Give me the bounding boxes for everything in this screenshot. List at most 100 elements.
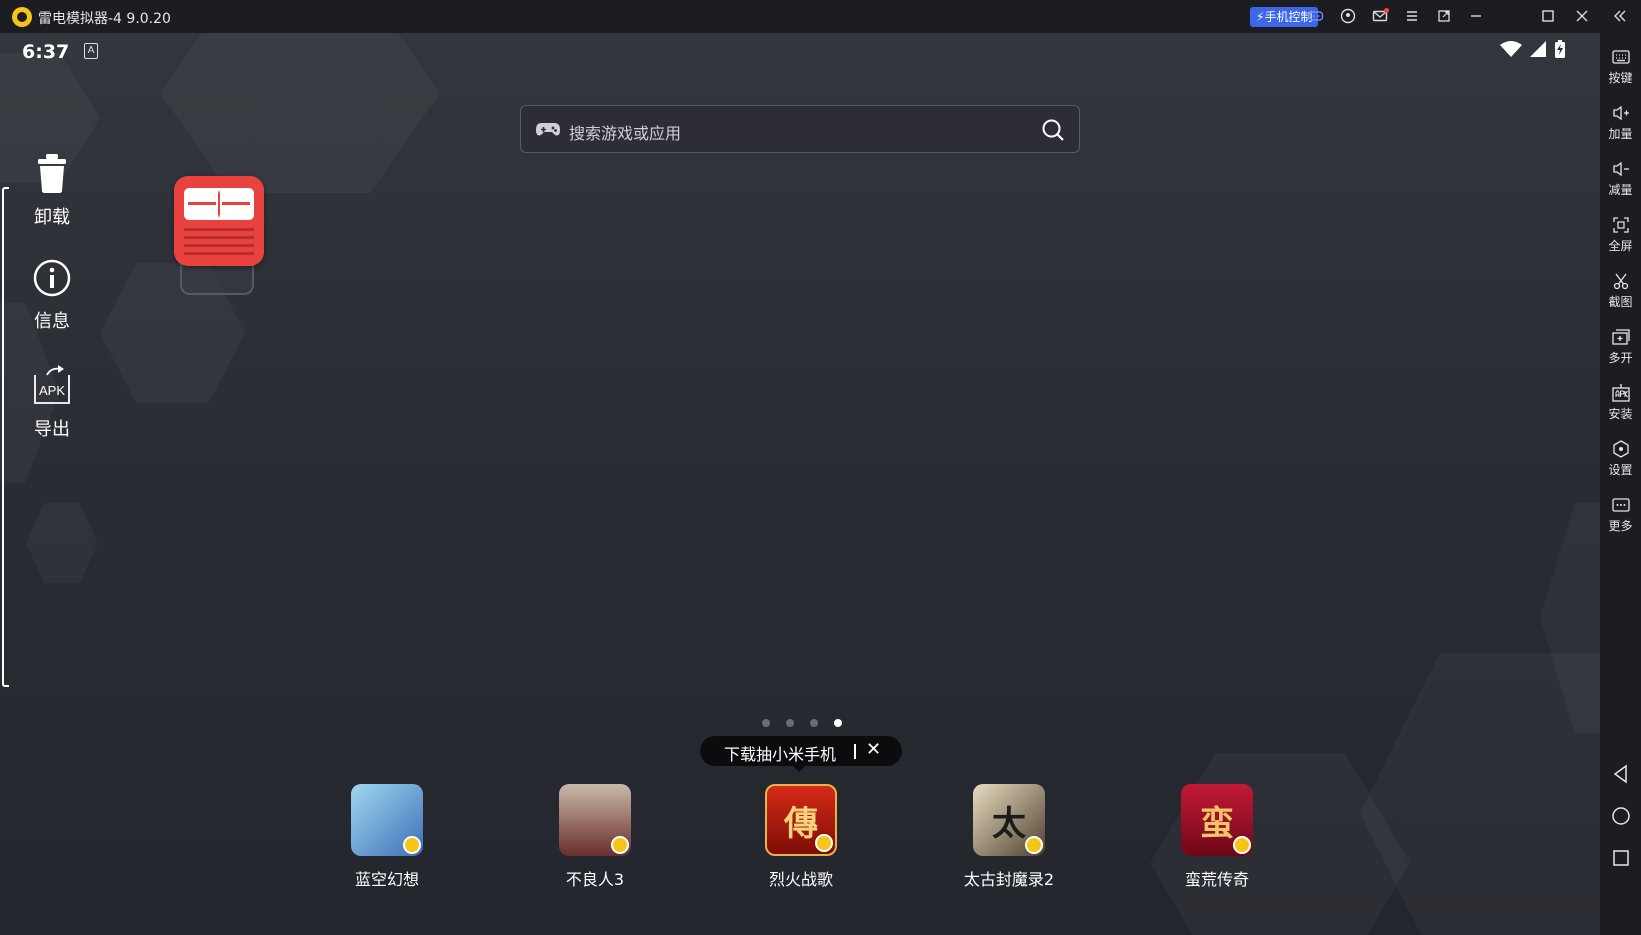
signal-icon: [1530, 41, 1546, 57]
user-icon[interactable]: [1338, 6, 1358, 26]
app-icon: 傳: [765, 784, 837, 856]
page-dot[interactable]: [786, 719, 794, 727]
volume-down-label: 减量: [1608, 183, 1633, 197]
app-label: 太古封魔录2: [963, 870, 1055, 889]
android-screen[interactable]: 6:37 A 搜索游戏或应用 卸载 信息 APK 导出 下载抽小米手机 ✕ 蓝空…: [0, 33, 1600, 935]
leidian-badge-icon: [1233, 836, 1251, 854]
more-label: 更多: [1608, 519, 1633, 533]
apk-install-icon: [1611, 384, 1630, 402]
export-label: 导出: [34, 419, 70, 440]
multi-instance-button[interactable]: 多开: [1600, 327, 1641, 366]
volume-up-icon: [1612, 105, 1629, 121]
dock-app-4[interactable]: 太 太古封魔录2: [954, 784, 1064, 890]
app-glyph-icon: [184, 188, 254, 255]
multi-instance-label: 多开: [1608, 351, 1633, 365]
fullscreen-label: 全屏: [1608, 239, 1633, 253]
dock-app-5[interactable]: 蛮 蛮荒传奇: [1162, 784, 1272, 890]
dock-app-1[interactable]: 蓝空幻想: [332, 784, 442, 890]
screenshot-label: 截图: [1608, 295, 1633, 309]
battery-charging-icon: [1555, 40, 1565, 58]
volume-up-label: 加量: [1608, 127, 1633, 141]
apk-export-icon: APK: [34, 365, 70, 404]
install-label: 安装: [1608, 407, 1633, 421]
title-bar: 雷电模拟器-4 9.0.20 ⚡手机控制: [0, 0, 1641, 33]
screenshot-button[interactable]: 截图: [1600, 271, 1641, 310]
dock-app-3[interactable]: 傳 烈火战歌: [746, 784, 856, 890]
settings-label: 设置: [1608, 463, 1633, 477]
fullscreen-button[interactable]: 全屏: [1600, 215, 1641, 254]
page-dot[interactable]: [762, 719, 770, 727]
search-bar[interactable]: 搜索游戏或应用: [520, 105, 1080, 153]
bg-hexagon: [26, 503, 98, 583]
info-icon: [33, 259, 71, 297]
promo-text[interactable]: 下载抽小米手机: [724, 741, 836, 765]
more-button[interactable]: 更多: [1600, 495, 1641, 534]
keymap-button[interactable]: 按键: [1600, 47, 1641, 86]
page-dot[interactable]: [810, 719, 818, 727]
app-icon: [559, 784, 631, 856]
dock-app-2[interactable]: 不良人3: [540, 784, 650, 890]
app-icon: 太: [973, 784, 1045, 856]
app-icon: [351, 784, 423, 856]
app-label: 蓝空幻想: [354, 870, 419, 889]
trash-icon: [38, 154, 66, 193]
uninstall-drop-target[interactable]: 卸载: [24, 153, 80, 229]
dragged-app-icon[interactable]: [174, 176, 264, 266]
leidian-badge-icon: [403, 836, 421, 854]
settings-icon: [1612, 440, 1629, 458]
install-apk-button[interactable]: 安装: [1600, 383, 1641, 422]
maximize-icon[interactable]: [1538, 6, 1558, 26]
mail-icon[interactable]: [1370, 6, 1390, 26]
promo-separator: [854, 744, 856, 759]
collapse-sidebar-icon[interactable]: [1610, 6, 1630, 26]
drag-action-rail: [2, 187, 9, 687]
leidian-badge-icon: [815, 834, 833, 852]
leidian-badge-icon: [1025, 836, 1043, 854]
gamepad-icon[interactable]: [1306, 6, 1326, 26]
app-label: 不良人3: [565, 870, 625, 889]
status-icons: [1500, 40, 1566, 58]
app-label: 烈火战歌: [768, 870, 833, 889]
right-toolbar: 按键 加量 减量 全屏 截图 多开 安装 设置 更多: [1600, 33, 1641, 935]
status-time: 6:37: [22, 41, 70, 63]
app-logo-icon: [12, 7, 32, 27]
export-drop-target[interactable]: APK 导出: [24, 365, 80, 441]
search-icon[interactable]: [1041, 118, 1065, 142]
uninstall-label: 卸载: [34, 207, 70, 228]
app-label: 蛮荒传奇: [1184, 870, 1249, 889]
page-indicator[interactable]: [762, 719, 842, 727]
back-icon[interactable]: [1610, 763, 1632, 785]
fullscreen-icon: [1612, 217, 1629, 233]
window-title: 雷电模拟器-4 9.0.20: [38, 11, 171, 27]
restore-window-icon[interactable]: [1434, 6, 1454, 26]
wifi-icon: [1500, 41, 1522, 57]
promo-tooltip[interactable]: 下载抽小米手机 ✕: [700, 736, 902, 772]
volume-down-icon: [1612, 161, 1629, 177]
app-icon: 蛮: [1181, 784, 1253, 856]
close-icon[interactable]: [1572, 6, 1592, 26]
keymap-label: 按键: [1608, 71, 1633, 85]
more-icon: [1611, 498, 1630, 512]
info-label: 信息: [34, 311, 70, 332]
mail-unread-dot: [1384, 8, 1389, 13]
keyboard-icon: [1611, 50, 1630, 64]
bg-hexagon: [1360, 653, 1600, 935]
bg-hexagon: [160, 33, 440, 193]
home-icon[interactable]: [1610, 805, 1632, 827]
recent-apps-icon[interactable]: [1610, 847, 1632, 869]
volume-up-button[interactable]: 加量: [1600, 103, 1641, 142]
leidian-badge-icon: [611, 836, 629, 854]
settings-button[interactable]: 设置: [1600, 439, 1641, 478]
minimize-icon[interactable]: [1466, 6, 1486, 26]
menu-icon[interactable]: [1402, 6, 1422, 26]
close-promo-icon[interactable]: ✕: [866, 739, 881, 760]
page-dot-active[interactable]: [834, 719, 842, 727]
volume-down-button[interactable]: 减量: [1600, 159, 1641, 198]
notification-a-icon: A: [84, 43, 98, 59]
tooltip-arrow: [792, 765, 806, 772]
apk-text: APK: [39, 383, 65, 398]
multi-instance-icon: [1611, 329, 1630, 345]
gamepad-icon: [536, 123, 560, 136]
info-drop-target[interactable]: 信息: [24, 259, 80, 333]
scissors-icon: [1613, 273, 1628, 290]
